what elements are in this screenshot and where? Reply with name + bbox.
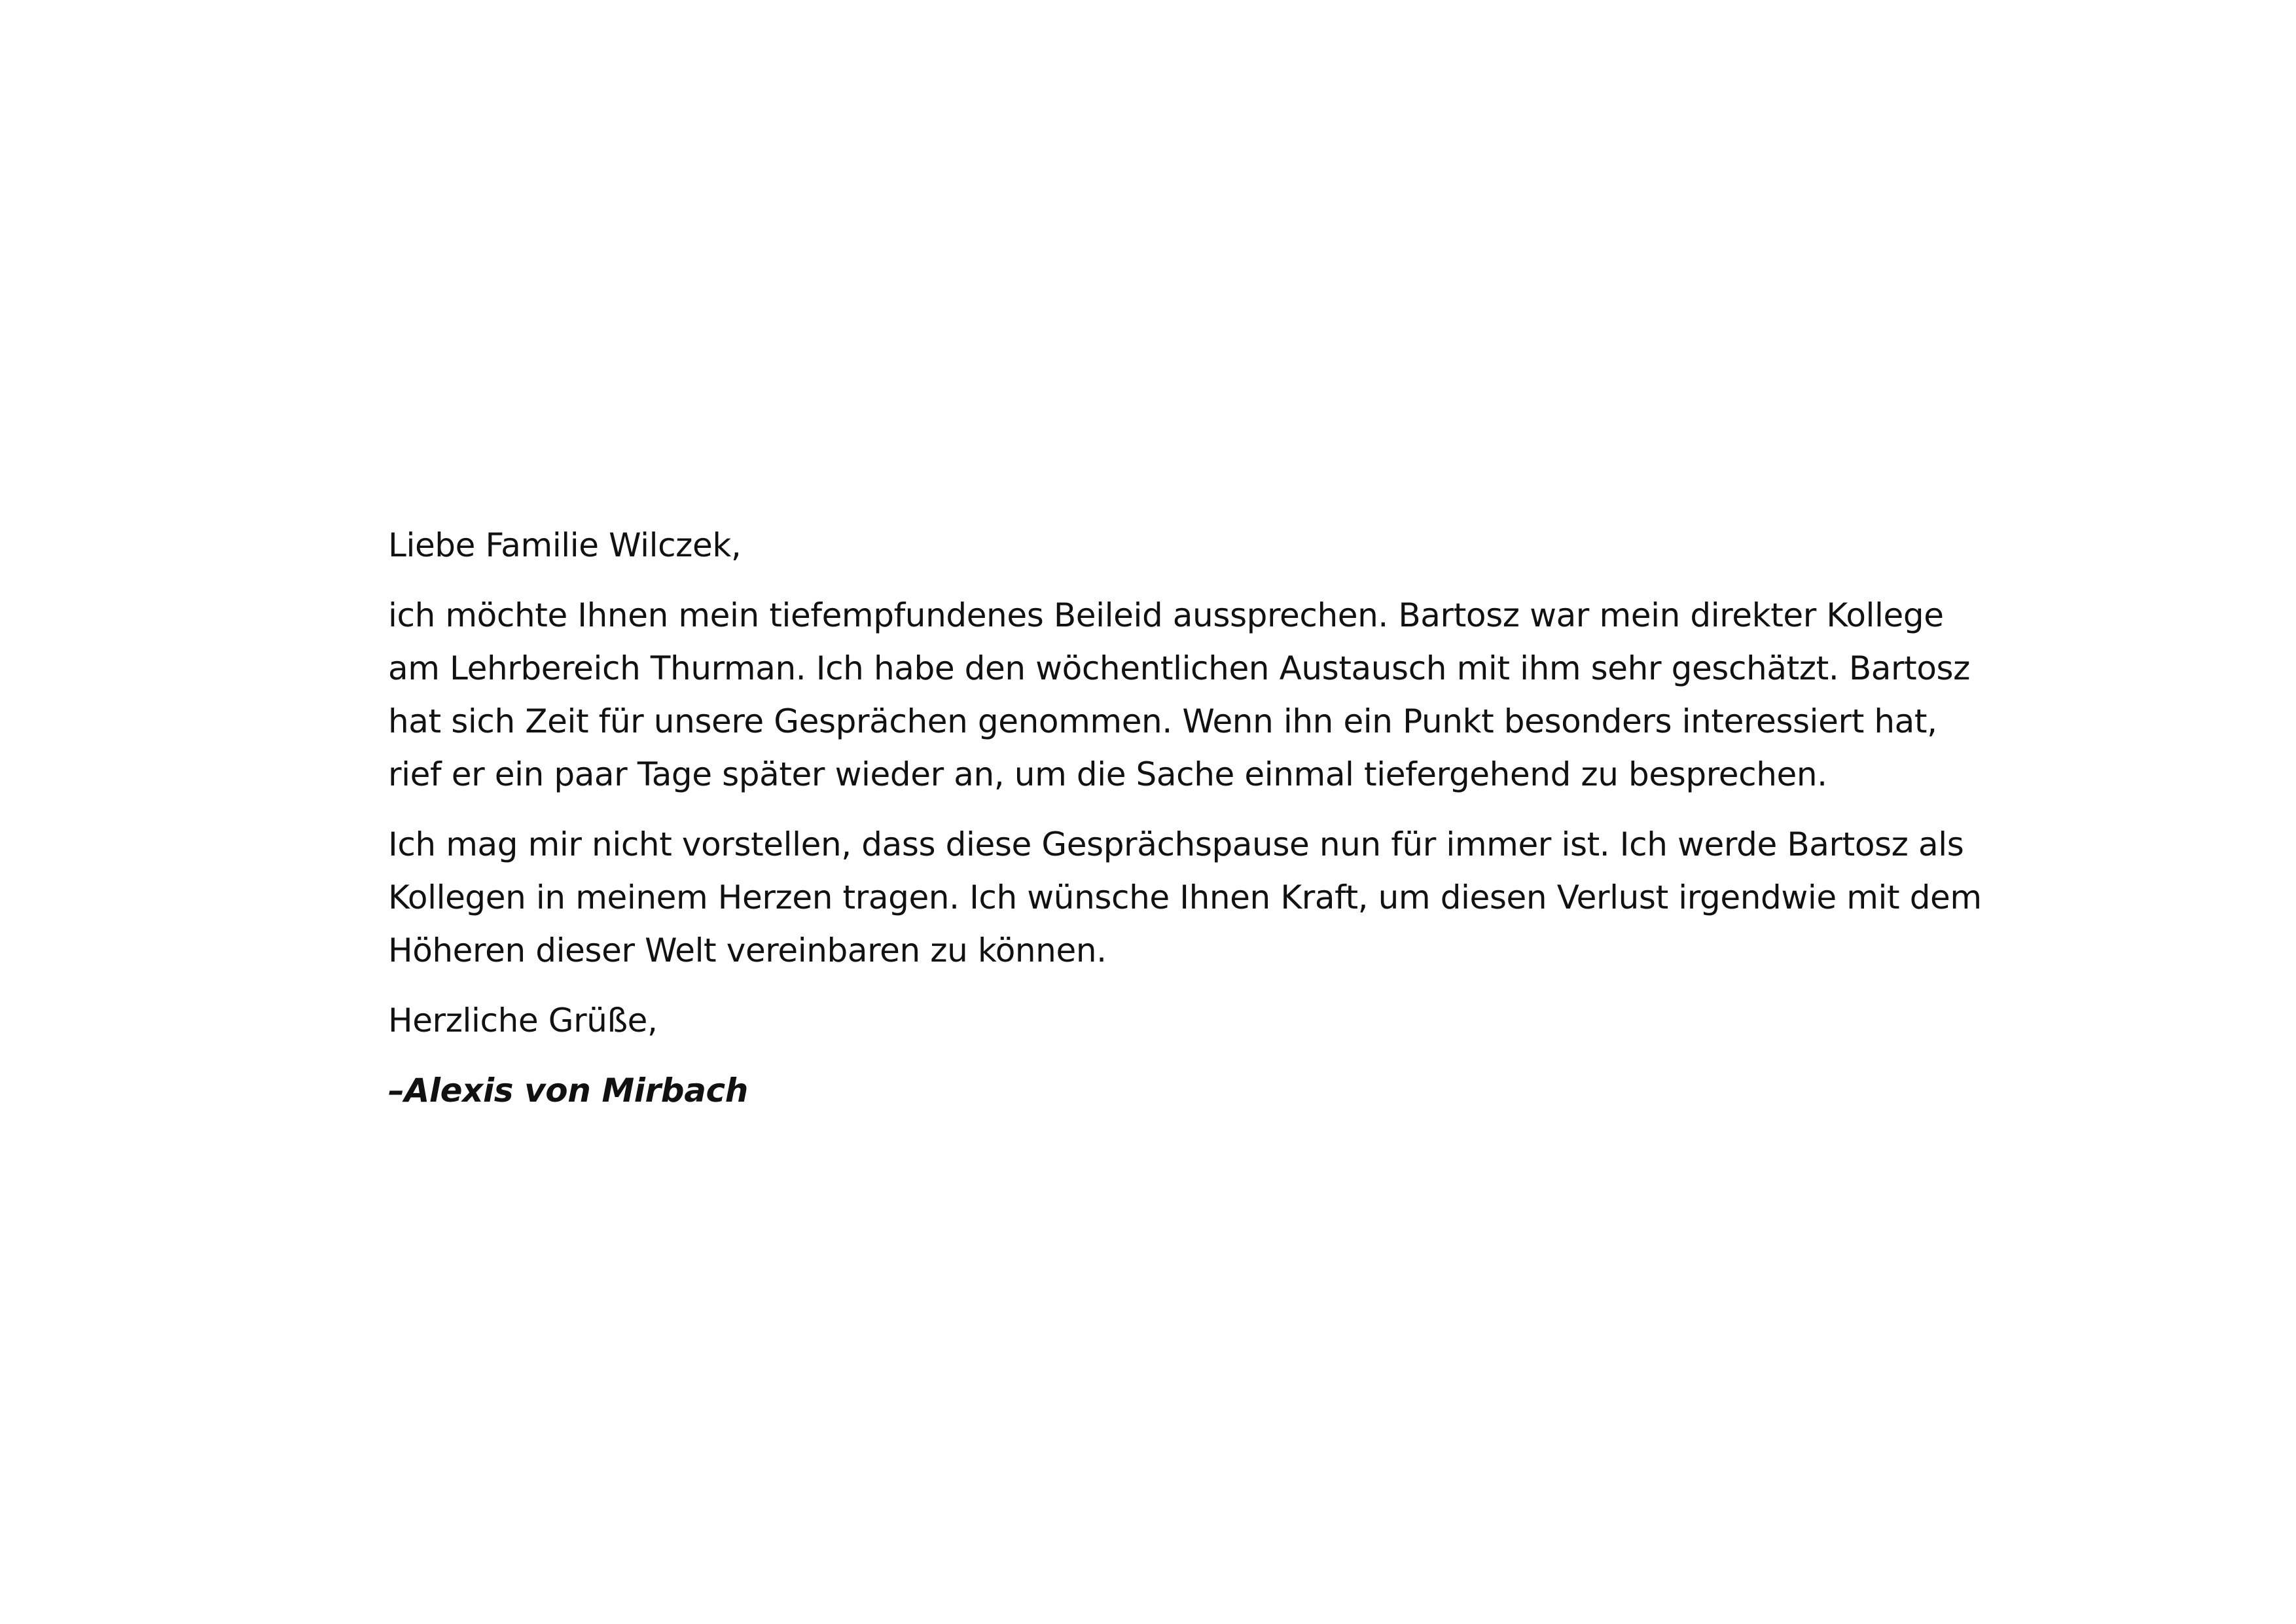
condolence-letter: Liebe Familie Wilczek, ich möchte Ihnen … [388, 519, 1998, 1117]
closing: Herzliche Grüße, [388, 1001, 658, 1039]
signature: –Alexis von Mirbach [388, 1072, 748, 1110]
body-paragraph: Ich mag mir nicht vorstellen, dass diese… [388, 825, 1982, 969]
salutation: Liebe Familie Wilczek, [388, 526, 742, 564]
body-paragraph: ich möchte Ihnen mein tiefempfundenes Be… [388, 596, 1971, 793]
letter-page: Liebe Familie Wilczek, ich möchte Ihnen … [0, 0, 2296, 1624]
